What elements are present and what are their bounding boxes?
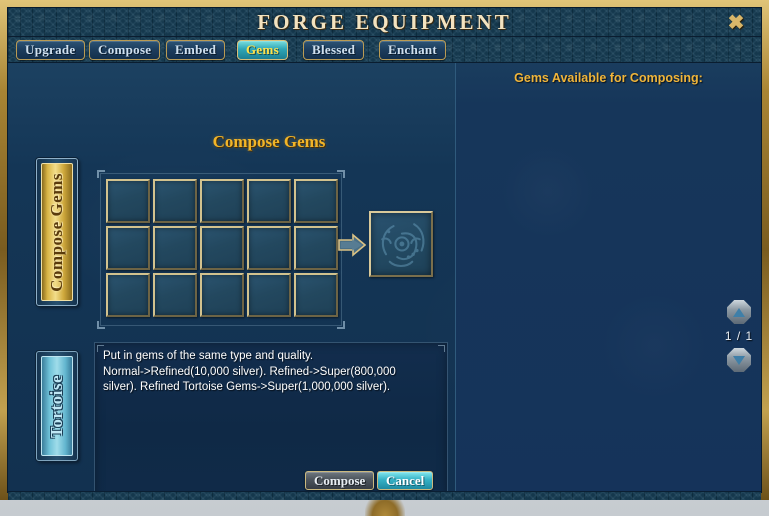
gem-input-grid xyxy=(106,179,338,317)
gem-input-slot-10[interactable] xyxy=(106,273,150,317)
forge-equipment-window: FORGE EQUIPMENT ✖ Upgrade Compose Embed … xyxy=(0,0,769,500)
frame-corner-bl xyxy=(97,321,105,329)
sidebar-item-compose-gems-inner: Compose Gems xyxy=(41,163,73,301)
tab-strip: Upgrade Compose Embed Gems Blessed Encha… xyxy=(8,37,761,63)
frame-corner-tl xyxy=(97,170,105,178)
gem-input-slot-12[interactable] xyxy=(200,273,244,317)
page-title: FORGE EQUIPMENT xyxy=(257,10,512,34)
result-gem-slot[interactable] xyxy=(369,211,433,277)
gem-input-slot-9[interactable] xyxy=(294,226,338,270)
chevron-down-glyph xyxy=(733,355,745,365)
compose-instructions: Put in gems of the same type and quality… xyxy=(103,350,396,393)
gem-input-slot-6[interactable] xyxy=(153,226,197,270)
chevron-up-glyph xyxy=(733,307,745,317)
gem-input-slot-7[interactable] xyxy=(200,226,244,270)
gem-input-slot-2[interactable] xyxy=(200,179,244,223)
gem-placeholder-ornament-icon xyxy=(381,223,425,267)
compose-button[interactable]: Compose xyxy=(305,471,375,490)
tab-enchant[interactable]: Enchant xyxy=(379,40,447,60)
gem-input-slot-11[interactable] xyxy=(153,273,197,317)
gem-input-slot-8[interactable] xyxy=(247,226,291,270)
compose-gems-title: Compose Gems xyxy=(212,132,326,151)
right-arrow-icon xyxy=(338,233,367,257)
gem-input-slot-4[interactable] xyxy=(294,179,338,223)
gem-input-slot-5[interactable] xyxy=(106,226,150,270)
pagination-control: 1 / 1 xyxy=(722,300,756,372)
tab-gems[interactable]: Gems xyxy=(237,40,288,60)
frame-corner-br xyxy=(337,321,345,329)
sidebar-item-compose-gems[interactable]: Compose Gems xyxy=(36,158,78,306)
cancel-button[interactable]: Cancel xyxy=(377,471,434,490)
page-indicator: 1 / 1 xyxy=(724,329,754,343)
chevron-down-icon[interactable] xyxy=(727,348,751,372)
chevron-up-icon[interactable] xyxy=(727,300,751,324)
sidebar-item-tortoise-inner: Tortoise xyxy=(41,356,73,456)
gem-input-slot-0[interactable] xyxy=(106,179,150,223)
gem-input-slot-13[interactable] xyxy=(247,273,291,317)
title-bar: FORGE EQUIPMENT ✖ xyxy=(8,8,761,37)
close-icon[interactable]: ✖ xyxy=(725,12,747,34)
info-panel: Put in gems of the same type and quality… xyxy=(94,342,448,491)
window-bottom-border xyxy=(8,491,761,500)
gem-input-slot-3[interactable] xyxy=(247,179,291,223)
sidebar-item-compose-gems-label: Compose Gems xyxy=(47,172,66,292)
sidebar-item-tortoise[interactable]: Tortoise xyxy=(36,351,78,461)
gem-input-slot-1[interactable] xyxy=(153,179,197,223)
tab-embed[interactable]: Embed xyxy=(166,40,226,60)
tab-compose[interactable]: Compose xyxy=(89,40,161,60)
inventory-panel: Gems Available for Composing: 1 / 1 xyxy=(456,63,761,491)
tab-upgrade[interactable]: Upgrade xyxy=(16,40,85,60)
compose-panel: Compose Gems Tortoise Compose Gems Put i… xyxy=(8,63,455,491)
frame-corner-tr xyxy=(337,170,345,178)
tab-blessed[interactable]: Blessed xyxy=(303,40,365,60)
window-body: Compose Gems Tortoise Compose Gems Put i… xyxy=(8,63,761,491)
inventory-title: Gems Available for Composing: xyxy=(514,71,703,85)
gem-input-slot-14[interactable] xyxy=(294,273,338,317)
sidebar-item-tortoise-label: Tortoise xyxy=(47,374,66,438)
